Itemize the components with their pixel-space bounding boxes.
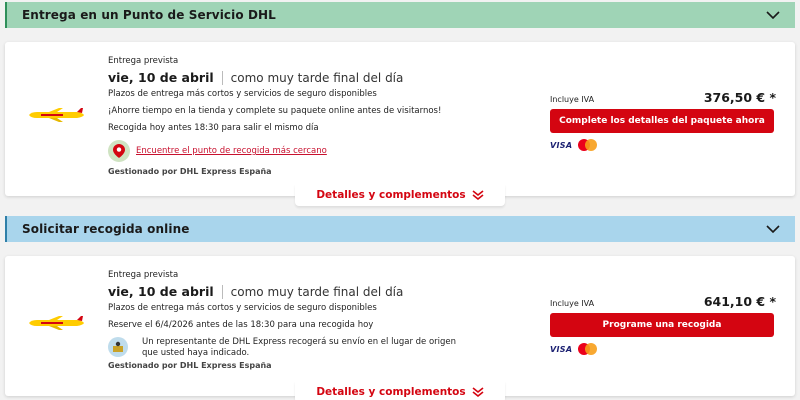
expected-delivery-label: Entrega prevista — [108, 56, 179, 66]
chevron-down-icon[interactable] — [765, 224, 781, 234]
dhl-plane-icon — [29, 108, 84, 122]
double-chevron-down-icon — [472, 387, 484, 397]
details-and-addons-toggle[interactable]: Detalles y complementos — [295, 184, 505, 206]
delivery-latest-note: como muy tarde final del día — [230, 284, 404, 299]
section-header-service-point[interactable]: Entrega en un Punto de Servicio DHL — [5, 2, 795, 28]
details-label: Detalles y complementos — [316, 189, 466, 201]
vat-label: Incluye IVA — [550, 299, 595, 308]
mastercard-icon — [578, 139, 598, 151]
details-label: Detalles y complementos — [316, 386, 466, 398]
expected-delivery-label: Entrega prevista — [108, 270, 179, 280]
service-point-option-card: Entrega prevista vie, 10 de abril como m… — [5, 42, 795, 196]
service-note: Plazos de entrega más cortos y servicios… — [108, 303, 377, 313]
dhl-plane-icon — [29, 316, 84, 330]
courier-icon — [108, 337, 128, 357]
double-chevron-down-icon — [472, 190, 484, 200]
delivery-date: vie, 10 de abril — [108, 70, 214, 85]
section-header-online-pickup[interactable]: Solicitar recogida online — [5, 216, 795, 242]
map-pin-icon — [108, 140, 130, 162]
delivery-latest-note: como muy tarde final del día — [230, 70, 404, 85]
section-title: Solicitar recogida online — [22, 222, 190, 236]
schedule-pickup-button[interactable]: Programe una recogida — [550, 313, 774, 337]
details-and-addons-toggle[interactable]: Detalles y complementos — [295, 381, 505, 400]
delivery-date: vie, 10 de abril — [108, 284, 214, 299]
managed-by: Gestionado por DHL Express España — [108, 167, 272, 176]
section-title: Entrega en un Punto de Servicio DHL — [22, 8, 276, 22]
chevron-down-icon[interactable] — [765, 10, 781, 20]
divider — [221, 70, 223, 85]
find-service-point-link[interactable]: Encuentre el punto de recogida más cerca… — [136, 146, 327, 156]
reservation-note: Reserve el 6/4/2026 antes de las 18:30 p… — [108, 320, 374, 330]
mastercard-icon — [578, 343, 598, 355]
managed-by: Gestionado por DHL Express España — [108, 361, 272, 370]
price: 376,50 € * — [703, 90, 776, 105]
complete-package-details-button[interactable]: Complete los detalles del paquete ahora — [550, 109, 774, 133]
promo-note: ¡Ahorre tiempo en la tienda y complete s… — [108, 106, 442, 116]
service-note: Plazos de entrega más cortos y servicios… — [108, 89, 377, 99]
pickup-cutoff-note: Recogida hoy antes 18:30 para salir el m… — [108, 123, 319, 133]
visa-icon: VISA — [550, 344, 573, 354]
vat-label: Incluye IVA — [550, 95, 595, 104]
visa-icon: VISA — [550, 140, 573, 150]
divider — [221, 284, 223, 299]
online-pickup-option-card: Entrega prevista vie, 10 de abril como m… — [5, 256, 795, 396]
price: 641,10 € * — [703, 294, 776, 309]
courier-note: Un representante de DHL Express recogerá… — [142, 337, 457, 358]
